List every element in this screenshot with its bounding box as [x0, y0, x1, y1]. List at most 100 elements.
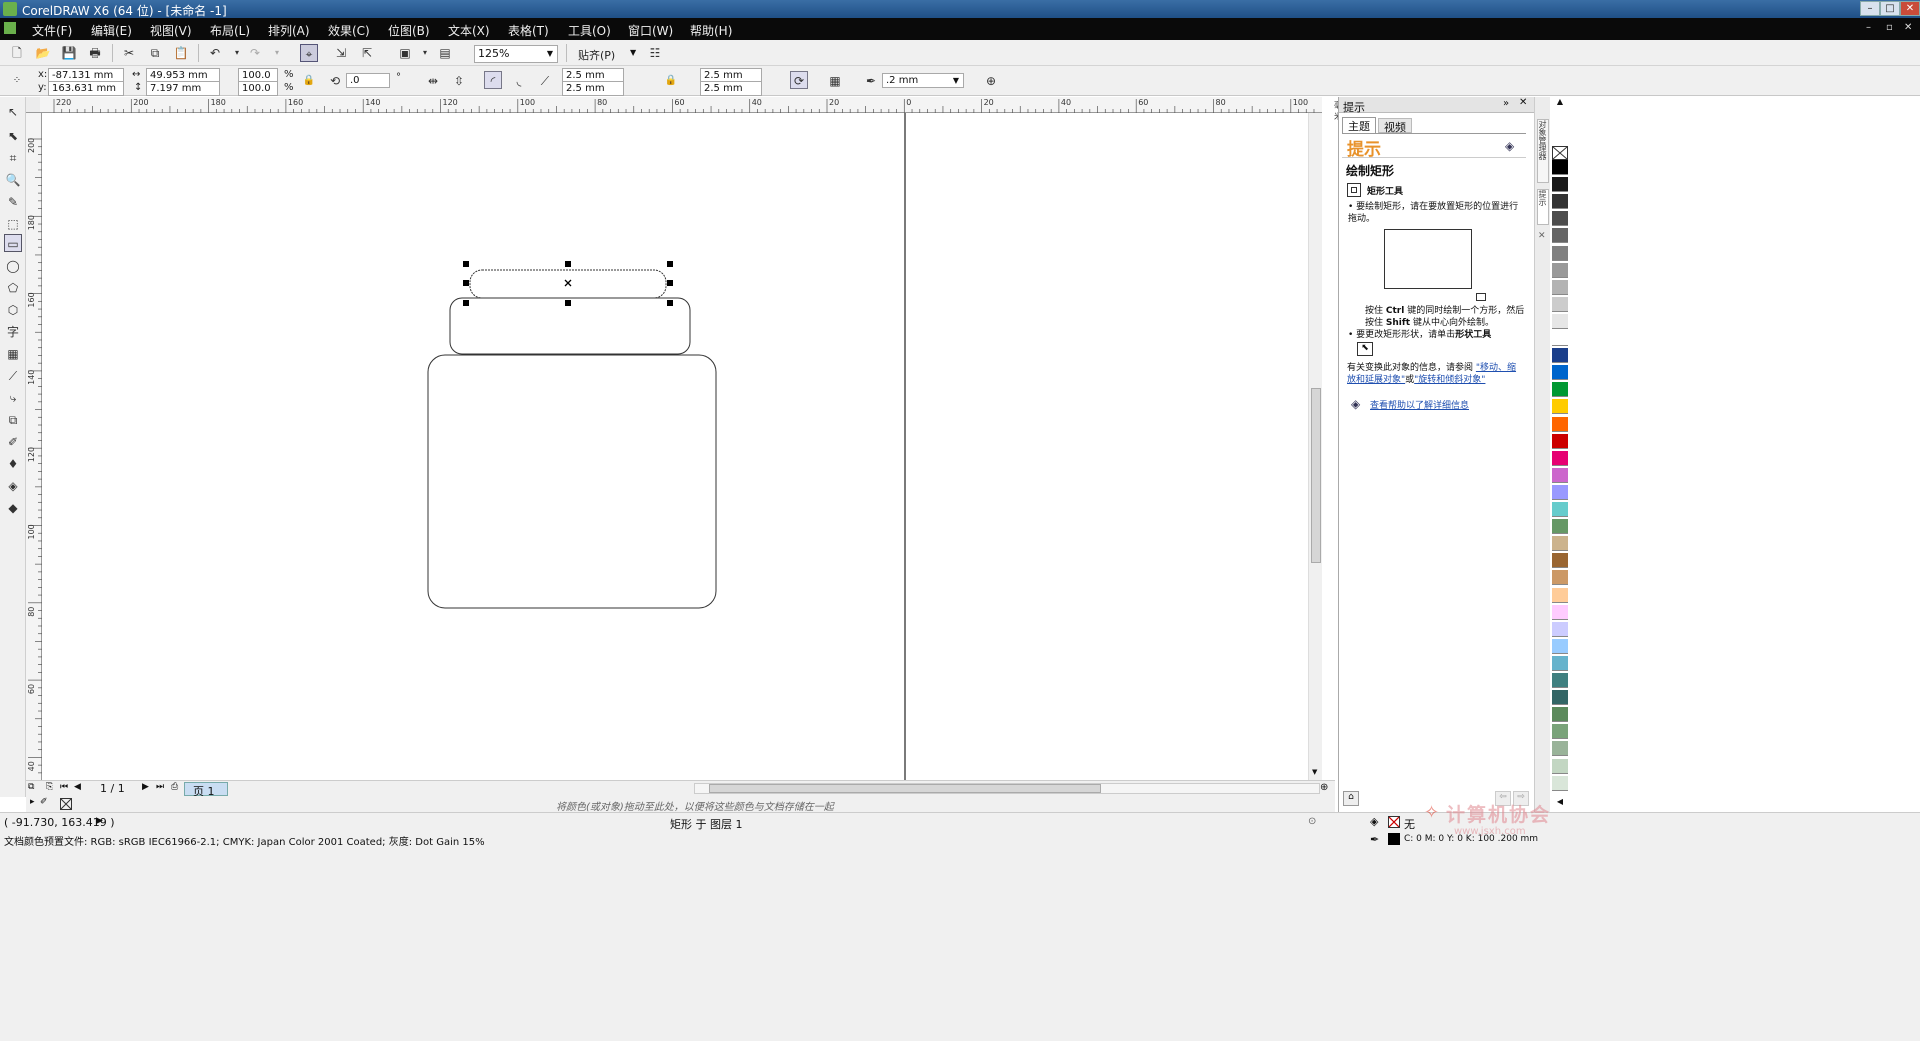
color-swatch[interactable] [1552, 553, 1568, 569]
horizontal-scroll-thumb[interactable] [709, 784, 1101, 793]
mirror-vertical-icon[interactable]: ⇳ [450, 72, 468, 90]
jar-lid-rectangle[interactable] [469, 269, 667, 299]
freehand-tool-icon[interactable]: ✎ [4, 193, 22, 211]
import-icon[interactable]: ⇲ [332, 44, 350, 62]
basic-shapes-icon[interactable]: ⬡ [4, 301, 22, 319]
chamfered-corner-icon[interactable]: ⟋ [536, 72, 554, 90]
snap-to-button[interactable]: 贴齐(P) [578, 47, 615, 63]
page-tab[interactable]: 页 1 [184, 782, 228, 798]
drawing-area[interactable] [42, 113, 1322, 780]
lock-corners-icon[interactable]: 🔒 [662, 72, 680, 90]
smart-fill-icon[interactable]: ⬚ [4, 215, 22, 233]
doc-close-icon[interactable]: ✕ [1904, 22, 1912, 33]
menu-view[interactable]: 视图(V) [150, 22, 192, 39]
minimize-button[interactable]: – [1860, 1, 1880, 16]
color-swatch[interactable] [1552, 365, 1568, 381]
open-icon[interactable]: 📂 [34, 44, 52, 62]
menu-effects[interactable]: 效果(C) [328, 22, 370, 39]
color-swatch[interactable] [1552, 655, 1568, 671]
page-sorter-icon[interactable]: ⧉ [28, 782, 34, 792]
color-swatch[interactable] [1552, 536, 1568, 552]
print-icon[interactable]: 🖶 [86, 44, 104, 62]
palette-scroll-up-icon[interactable]: ▲ [1552, 97, 1568, 113]
menu-tools[interactable]: 工具(O) [568, 22, 611, 39]
options-icon[interactable]: ☷ [646, 44, 664, 62]
copy-icon[interactable]: ⧉ [146, 44, 164, 62]
menu-help[interactable]: 帮助(H) [690, 22, 732, 39]
maximize-button[interactable]: □ [1880, 1, 1900, 16]
crop-tool-icon[interactable]: ⌗ [4, 149, 22, 167]
table-tool-icon[interactable]: ▦ [4, 345, 22, 363]
link-view-help[interactable]: 查看帮助以了解详细信息 [1370, 398, 1469, 411]
color-swatch[interactable] [1552, 502, 1568, 517]
palette-scroll-down-icon[interactable]: ◀ [1552, 797, 1568, 813]
menu-arrange[interactable]: 排列(A) [268, 22, 310, 39]
corner-radius-bottom-right[interactable]: 2.5 mm [700, 81, 762, 96]
color-swatch[interactable] [1552, 416, 1568, 432]
color-swatch[interactable] [1552, 673, 1568, 688]
jar-body-rectangle[interactable] [427, 354, 717, 609]
fill-tool-icon[interactable]: ◈ [4, 477, 22, 495]
last-page-icon[interactable]: ⏭ [156, 782, 164, 792]
menu-window[interactable]: 窗口(W) [628, 22, 673, 39]
y-position-field[interactable]: 163.631 mm [48, 81, 124, 96]
redo-icon[interactable]: ↷ [246, 44, 264, 62]
text-tool-icon[interactable]: 字 [4, 323, 22, 341]
color-swatch[interactable] [1552, 587, 1568, 603]
color-swatch[interactable] [1552, 570, 1568, 586]
doc-minimize-icon[interactable]: – [1866, 22, 1871, 33]
expand-status-icon[interactable]: ▶ [96, 816, 103, 826]
interactive-fill-icon[interactable]: ◆ [4, 499, 22, 517]
save-icon[interactable]: 💾 [60, 44, 78, 62]
color-swatch[interactable] [1552, 775, 1568, 791]
home-icon[interactable]: ⌂ [1343, 791, 1359, 806]
zoom-tool-icon[interactable]: 🔍 [4, 171, 22, 189]
color-swatch[interactable] [1552, 724, 1568, 740]
color-swatch[interactable] [1552, 707, 1568, 723]
search-content-icon[interactable]: ⌖ [300, 44, 318, 62]
snap-dropdown-icon[interactable]: ▼ [630, 48, 636, 57]
vertical-scrollbar[interactable]: ▼ [1308, 113, 1322, 780]
color-swatch[interactable] [1552, 690, 1568, 706]
color-swatch[interactable] [1552, 245, 1568, 261]
object-origin-icon[interactable]: ⁘ [8, 72, 26, 90]
color-swatch[interactable] [1552, 228, 1568, 244]
color-swatch[interactable] [1552, 262, 1568, 278]
paste-icon[interactable]: 📋 [172, 44, 190, 62]
next-page-icon[interactable]: ▶ [142, 782, 149, 792]
undo-dropdown-icon[interactable]: ▾ [228, 44, 246, 62]
outline-width-select[interactable]: .2 mm ▼ [882, 73, 964, 88]
settings-icon[interactable]: ⊙ [1308, 816, 1316, 827]
close-button[interactable]: ✕ [1900, 1, 1920, 16]
color-swatch[interactable] [1552, 484, 1568, 500]
scalloped-corner-icon[interactable]: ◟ [510, 72, 528, 90]
color-swatch[interactable] [1552, 331, 1568, 346]
wrap-text-icon[interactable]: ▦ [826, 72, 844, 90]
color-swatch[interactable] [1552, 758, 1568, 774]
menu-layout[interactable]: 布局(L) [210, 22, 250, 39]
relative-corner-scaling-icon[interactable]: ⟳ [790, 71, 808, 89]
color-swatch[interactable] [1552, 519, 1568, 535]
horizontal-scrollbar[interactable] [694, 783, 1320, 794]
side-tab-hints[interactable]: 提示 [1537, 189, 1549, 225]
no-color-swatch[interactable] [60, 798, 72, 810]
ellipse-tool-icon[interactable]: ◯ [4, 257, 22, 275]
color-swatch[interactable] [1552, 296, 1568, 312]
color-swatch[interactable] [1552, 433, 1568, 449]
docker-expand-icon[interactable]: » [1503, 98, 1509, 109]
no-fill-swatch[interactable] [1552, 146, 1568, 160]
shape-tool-icon[interactable]: ⬉ [4, 127, 22, 145]
forward-icon[interactable]: ⇨ [1513, 791, 1529, 806]
outline-tool-icon[interactable]: ♦ [4, 455, 22, 473]
first-page-icon[interactable]: ⏮ [60, 782, 68, 792]
menu-text[interactable]: 文本(X) [448, 22, 490, 39]
lock-ratio-icon[interactable]: 🔒 [300, 72, 318, 90]
connector-tool-icon[interactable]: ⤷ [4, 389, 22, 407]
color-swatch[interactable] [1552, 382, 1568, 398]
publish-dropdown-icon[interactable]: ▾ [416, 44, 434, 62]
menu-table[interactable]: 表格(T) [508, 22, 549, 39]
zoom-level-select[interactable]: 125% ▼ [474, 45, 558, 63]
shape-tool-icon[interactable]: ⬉ [1357, 342, 1373, 356]
convert-to-curves-icon[interactable]: ⊕ [982, 72, 1000, 90]
eyedropper-icon[interactable]: ✐ [40, 797, 48, 807]
